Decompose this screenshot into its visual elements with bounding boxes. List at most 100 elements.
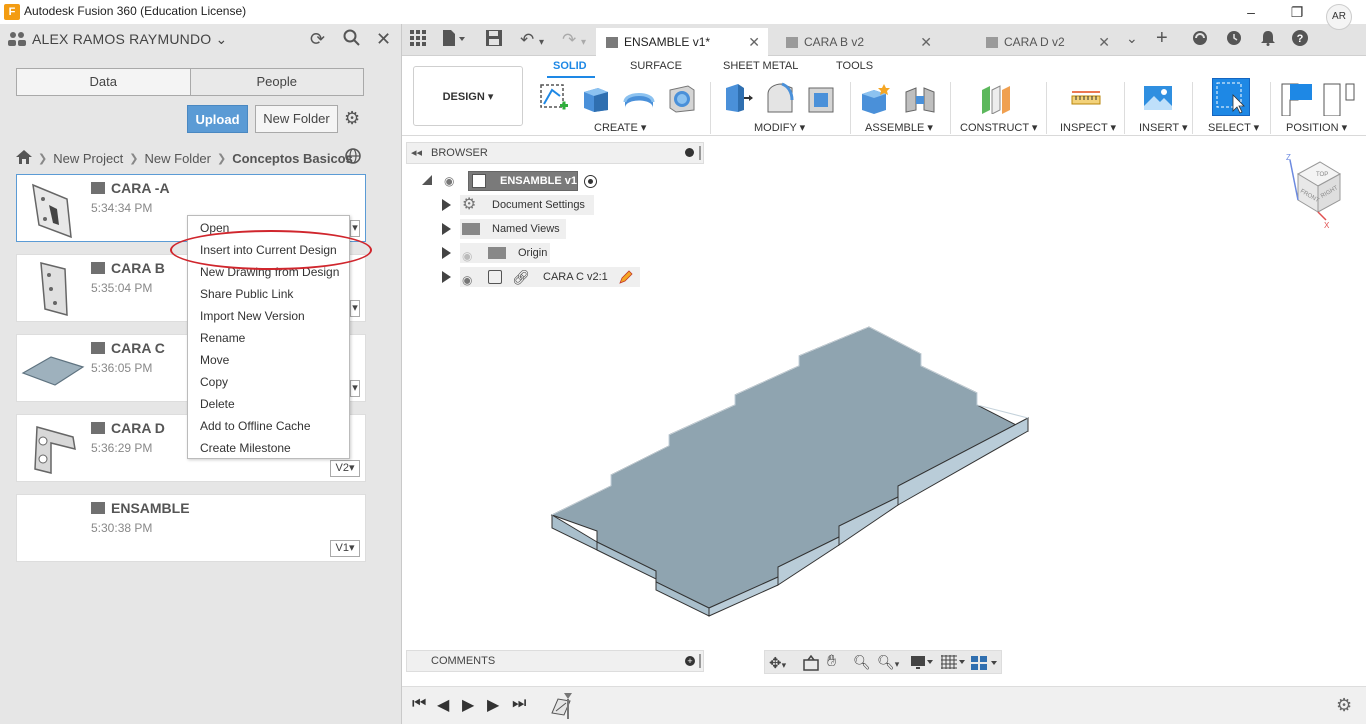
timeline-feature-icon[interactable] bbox=[548, 693, 574, 722]
menu-item-create-milestone[interactable]: Create Milestone bbox=[200, 441, 291, 455]
avatar[interactable]: AR bbox=[1326, 4, 1352, 30]
user-name[interactable]: ALEX RAMOS RAYMUNDO ⌄ bbox=[32, 31, 227, 48]
upload-button[interactable]: Upload bbox=[187, 105, 248, 133]
browser-node-named-views[interactable]: Named Views bbox=[440, 219, 600, 239]
breadcrumb-folder[interactable]: New Folder bbox=[145, 151, 211, 166]
minimize-button[interactable]: – bbox=[1228, 0, 1274, 24]
new-tab-icon[interactable]: + bbox=[1156, 27, 1168, 50]
look-at-icon[interactable] bbox=[803, 654, 819, 674]
select-icon[interactable] bbox=[1212, 78, 1250, 116]
browser-node-document-settings[interactable]: ⚙ Document Settings bbox=[440, 195, 600, 215]
visibility-eye-icon[interactable]: ◉ bbox=[444, 174, 460, 188]
close-panel-icon[interactable]: ✕ bbox=[376, 29, 391, 50]
collapse-browser-icon[interactable]: ◂◂ bbox=[411, 146, 422, 159]
browser-root-node[interactable]: ◉ ENSAMBLE v1 bbox=[422, 171, 612, 191]
group-assemble[interactable]: ASSEMBLE ▾ bbox=[865, 121, 933, 134]
new-component-icon[interactable] bbox=[860, 82, 892, 114]
display-settings-icon[interactable] bbox=[911, 656, 933, 673]
save-icon[interactable] bbox=[486, 30, 502, 51]
fit-zoom-icon[interactable]: 🔍︎▾ bbox=[877, 654, 899, 671]
revolve-icon[interactable] bbox=[622, 82, 655, 114]
app-grid-icon[interactable] bbox=[410, 30, 426, 51]
bell-icon[interactable] bbox=[1260, 30, 1276, 51]
tab-solid[interactable]: SOLID bbox=[553, 60, 587, 72]
step-back-icon[interactable]: ◀ bbox=[437, 695, 449, 715]
tab-surface[interactable]: SURFACE bbox=[630, 60, 682, 72]
capture-position-icon[interactable] bbox=[1322, 82, 1355, 117]
tab-people[interactable]: People bbox=[189, 69, 363, 95]
browser-node-origin[interactable]: ◉ Origin bbox=[440, 243, 600, 263]
workspace-switcher-button[interactable]: DESIGN ▾ bbox=[413, 66, 523, 126]
hidden-eye-icon[interactable]: ◉ bbox=[462, 246, 472, 266]
visibility-eye-icon[interactable]: ◉ bbox=[462, 270, 472, 290]
group-inspect[interactable]: INSPECT ▾ bbox=[1060, 121, 1116, 134]
home-icon[interactable] bbox=[16, 149, 32, 167]
globe-icon[interactable] bbox=[345, 148, 361, 168]
add-comment-icon[interactable]: + bbox=[685, 656, 695, 666]
go-to-start-icon[interactable]: ⏮ bbox=[412, 695, 426, 713]
press-pull-icon[interactable] bbox=[722, 82, 754, 114]
edit-pencil-icon[interactable] bbox=[618, 269, 634, 292]
group-create[interactable]: CREATE ▾ bbox=[594, 121, 646, 134]
version-dropdown[interactable]: ▾ bbox=[350, 300, 360, 317]
file-card-ensamble[interactable]: ENSAMBLE 5:30:38 PM V1▾ bbox=[16, 494, 366, 562]
expand-arrow-icon[interactable] bbox=[442, 271, 451, 283]
tab-data[interactable]: Data bbox=[17, 69, 190, 95]
position-align-icon[interactable] bbox=[1280, 82, 1312, 117]
zoom-icon[interactable]: 🔍︎ bbox=[853, 654, 871, 671]
step-forward-icon[interactable]: ▶ bbox=[487, 695, 499, 715]
maximize-button[interactable]: ❐ bbox=[1274, 0, 1320, 24]
hole-icon[interactable] bbox=[666, 82, 698, 114]
gear-icon[interactable]: ⚙ bbox=[344, 108, 360, 129]
group-select[interactable]: SELECT ▾ bbox=[1208, 121, 1259, 134]
version-dropdown[interactable]: ▾ bbox=[350, 380, 360, 397]
menu-item-import-new-version[interactable]: Import New Version bbox=[200, 309, 305, 323]
menu-item-move[interactable]: Move bbox=[200, 353, 229, 367]
breadcrumb-project[interactable]: New Project bbox=[53, 151, 123, 166]
data-panel-toggle-icon[interactable] bbox=[1192, 30, 1208, 51]
group-position[interactable]: POSITION ▾ bbox=[1286, 121, 1347, 134]
menu-item-offline-cache[interactable]: Add to Offline Cache bbox=[200, 419, 311, 433]
refresh-icon[interactable]: ⟳ bbox=[310, 29, 325, 50]
version-dropdown[interactable]: V2▾ bbox=[330, 460, 360, 477]
timeline-settings-gear-icon[interactable]: ⚙ bbox=[1336, 695, 1352, 716]
panel-resize-handle[interactable] bbox=[699, 654, 701, 668]
browser-collapse-icon[interactable] bbox=[685, 148, 694, 157]
search-icon[interactable] bbox=[343, 29, 361, 52]
panel-resize-handle[interactable] bbox=[699, 146, 701, 160]
expand-arrow-icon[interactable] bbox=[422, 175, 432, 185]
doc-tab-cara-b[interactable]: CARA B v2 ✕ bbox=[776, 28, 940, 56]
view-cube[interactable]: TOP FRONT RIGHT Z X bbox=[1280, 152, 1350, 232]
doc-tab-ensamble[interactable]: ENSAMBLE v1* ✕ bbox=[596, 28, 768, 56]
menu-item-delete[interactable]: Delete bbox=[200, 397, 235, 411]
close-tab-icon[interactable]: ✕ bbox=[1098, 28, 1110, 56]
orbit-icon[interactable]: ✥▾ bbox=[769, 654, 786, 672]
undo-icon[interactable]: ↶ ▾ bbox=[520, 30, 544, 50]
version-dropdown[interactable]: V1▾ bbox=[330, 540, 360, 557]
close-tab-icon[interactable]: ✕ bbox=[748, 28, 760, 56]
expand-arrow-icon[interactable] bbox=[442, 199, 451, 211]
play-icon[interactable]: ▶ bbox=[462, 695, 474, 715]
group-modify[interactable]: MODIFY ▾ bbox=[754, 121, 805, 134]
offset-plane-icon[interactable] bbox=[980, 82, 1012, 115]
redo-icon[interactable]: ↷ ▾ bbox=[562, 30, 586, 50]
close-tab-icon[interactable]: ✕ bbox=[920, 28, 932, 56]
file-menu-icon[interactable] bbox=[442, 30, 466, 51]
version-dropdown[interactable]: ▾ bbox=[350, 220, 360, 237]
shell-icon[interactable] bbox=[806, 82, 838, 114]
group-insert[interactable]: INSERT ▾ bbox=[1139, 121, 1188, 134]
group-construct[interactable]: CONSTRUCT ▾ bbox=[960, 121, 1037, 134]
activate-radio-icon[interactable] bbox=[584, 175, 597, 188]
joint-icon[interactable] bbox=[904, 82, 936, 114]
tab-tools[interactable]: TOOLS bbox=[836, 60, 873, 72]
extrude-icon[interactable] bbox=[580, 82, 612, 114]
doc-tab-cara-d[interactable]: CARA D v2 ✕ bbox=[976, 28, 1118, 56]
help-icon[interactable]: ? bbox=[1292, 30, 1308, 51]
go-to-end-icon[interactable]: ⏭ bbox=[512, 695, 526, 713]
viewports-icon[interactable] bbox=[971, 655, 999, 674]
job-status-icon[interactable] bbox=[1226, 30, 1242, 51]
grid-settings-icon[interactable] bbox=[941, 655, 965, 674]
team-icon[interactable] bbox=[8, 31, 26, 50]
menu-item-copy[interactable]: Copy bbox=[200, 375, 228, 389]
measure-icon[interactable] bbox=[1070, 82, 1102, 114]
